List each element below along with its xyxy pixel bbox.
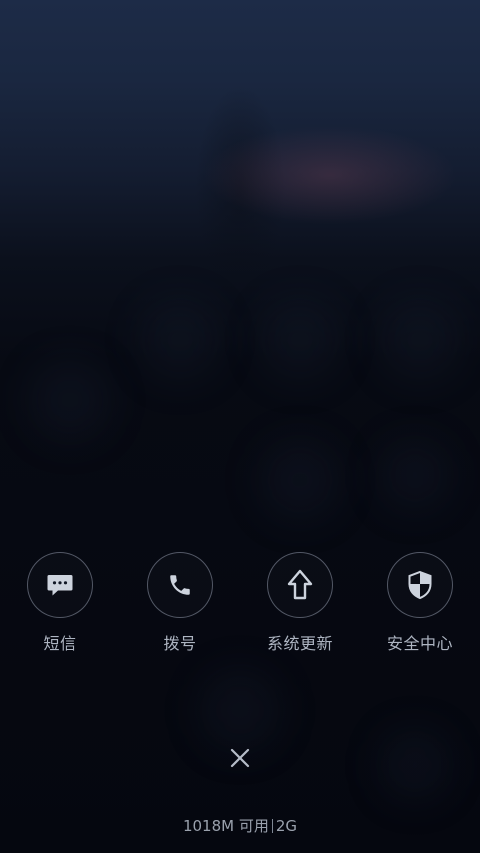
quick-shortcuts: 短信 拨号 系统更新 安全中心 xyxy=(0,552,480,662)
shield-icon xyxy=(408,570,432,600)
network-type: 2G xyxy=(275,817,298,835)
blurred-app-icon xyxy=(260,300,340,380)
shortcut-label: 系统更新 xyxy=(266,634,333,653)
shortcut-security-center[interactable]: 安全中心 xyxy=(360,552,480,654)
shortcut-security-center-button[interactable] xyxy=(387,552,453,618)
shortcut-dialer[interactable]: 拨号 xyxy=(120,552,240,654)
blurred-app-icon xyxy=(260,440,340,520)
shortcut-label: 安全中心 xyxy=(386,634,453,653)
shortcut-messages[interactable]: 短信 xyxy=(0,552,120,654)
memory-status: 1018M 可用 2G xyxy=(0,815,480,836)
blurred-app-icon xyxy=(380,300,460,380)
message-icon xyxy=(47,575,73,596)
close-button[interactable] xyxy=(222,740,258,776)
blurred-app-icon xyxy=(380,440,450,510)
available-memory: 1018M 可用 xyxy=(182,817,269,835)
blurred-app-icon xyxy=(140,300,220,380)
blurred-app-icon xyxy=(380,730,450,800)
blurred-app-icon xyxy=(200,670,280,750)
shortcut-system-update-button[interactable] xyxy=(267,552,333,618)
shortcut-dialer-button[interactable] xyxy=(147,552,213,618)
blurred-app-icon xyxy=(30,360,110,440)
shortcut-messages-button[interactable] xyxy=(27,552,93,618)
shortcut-label: 拨号 xyxy=(163,634,197,653)
shortcut-system-update[interactable]: 系统更新 xyxy=(240,552,360,654)
shortcut-label: 短信 xyxy=(43,634,77,653)
arrow-up-icon xyxy=(287,569,313,600)
close-icon xyxy=(230,748,250,768)
phone-icon xyxy=(170,575,190,595)
status-divider xyxy=(271,819,273,833)
blurred-wallpaper xyxy=(0,0,480,853)
